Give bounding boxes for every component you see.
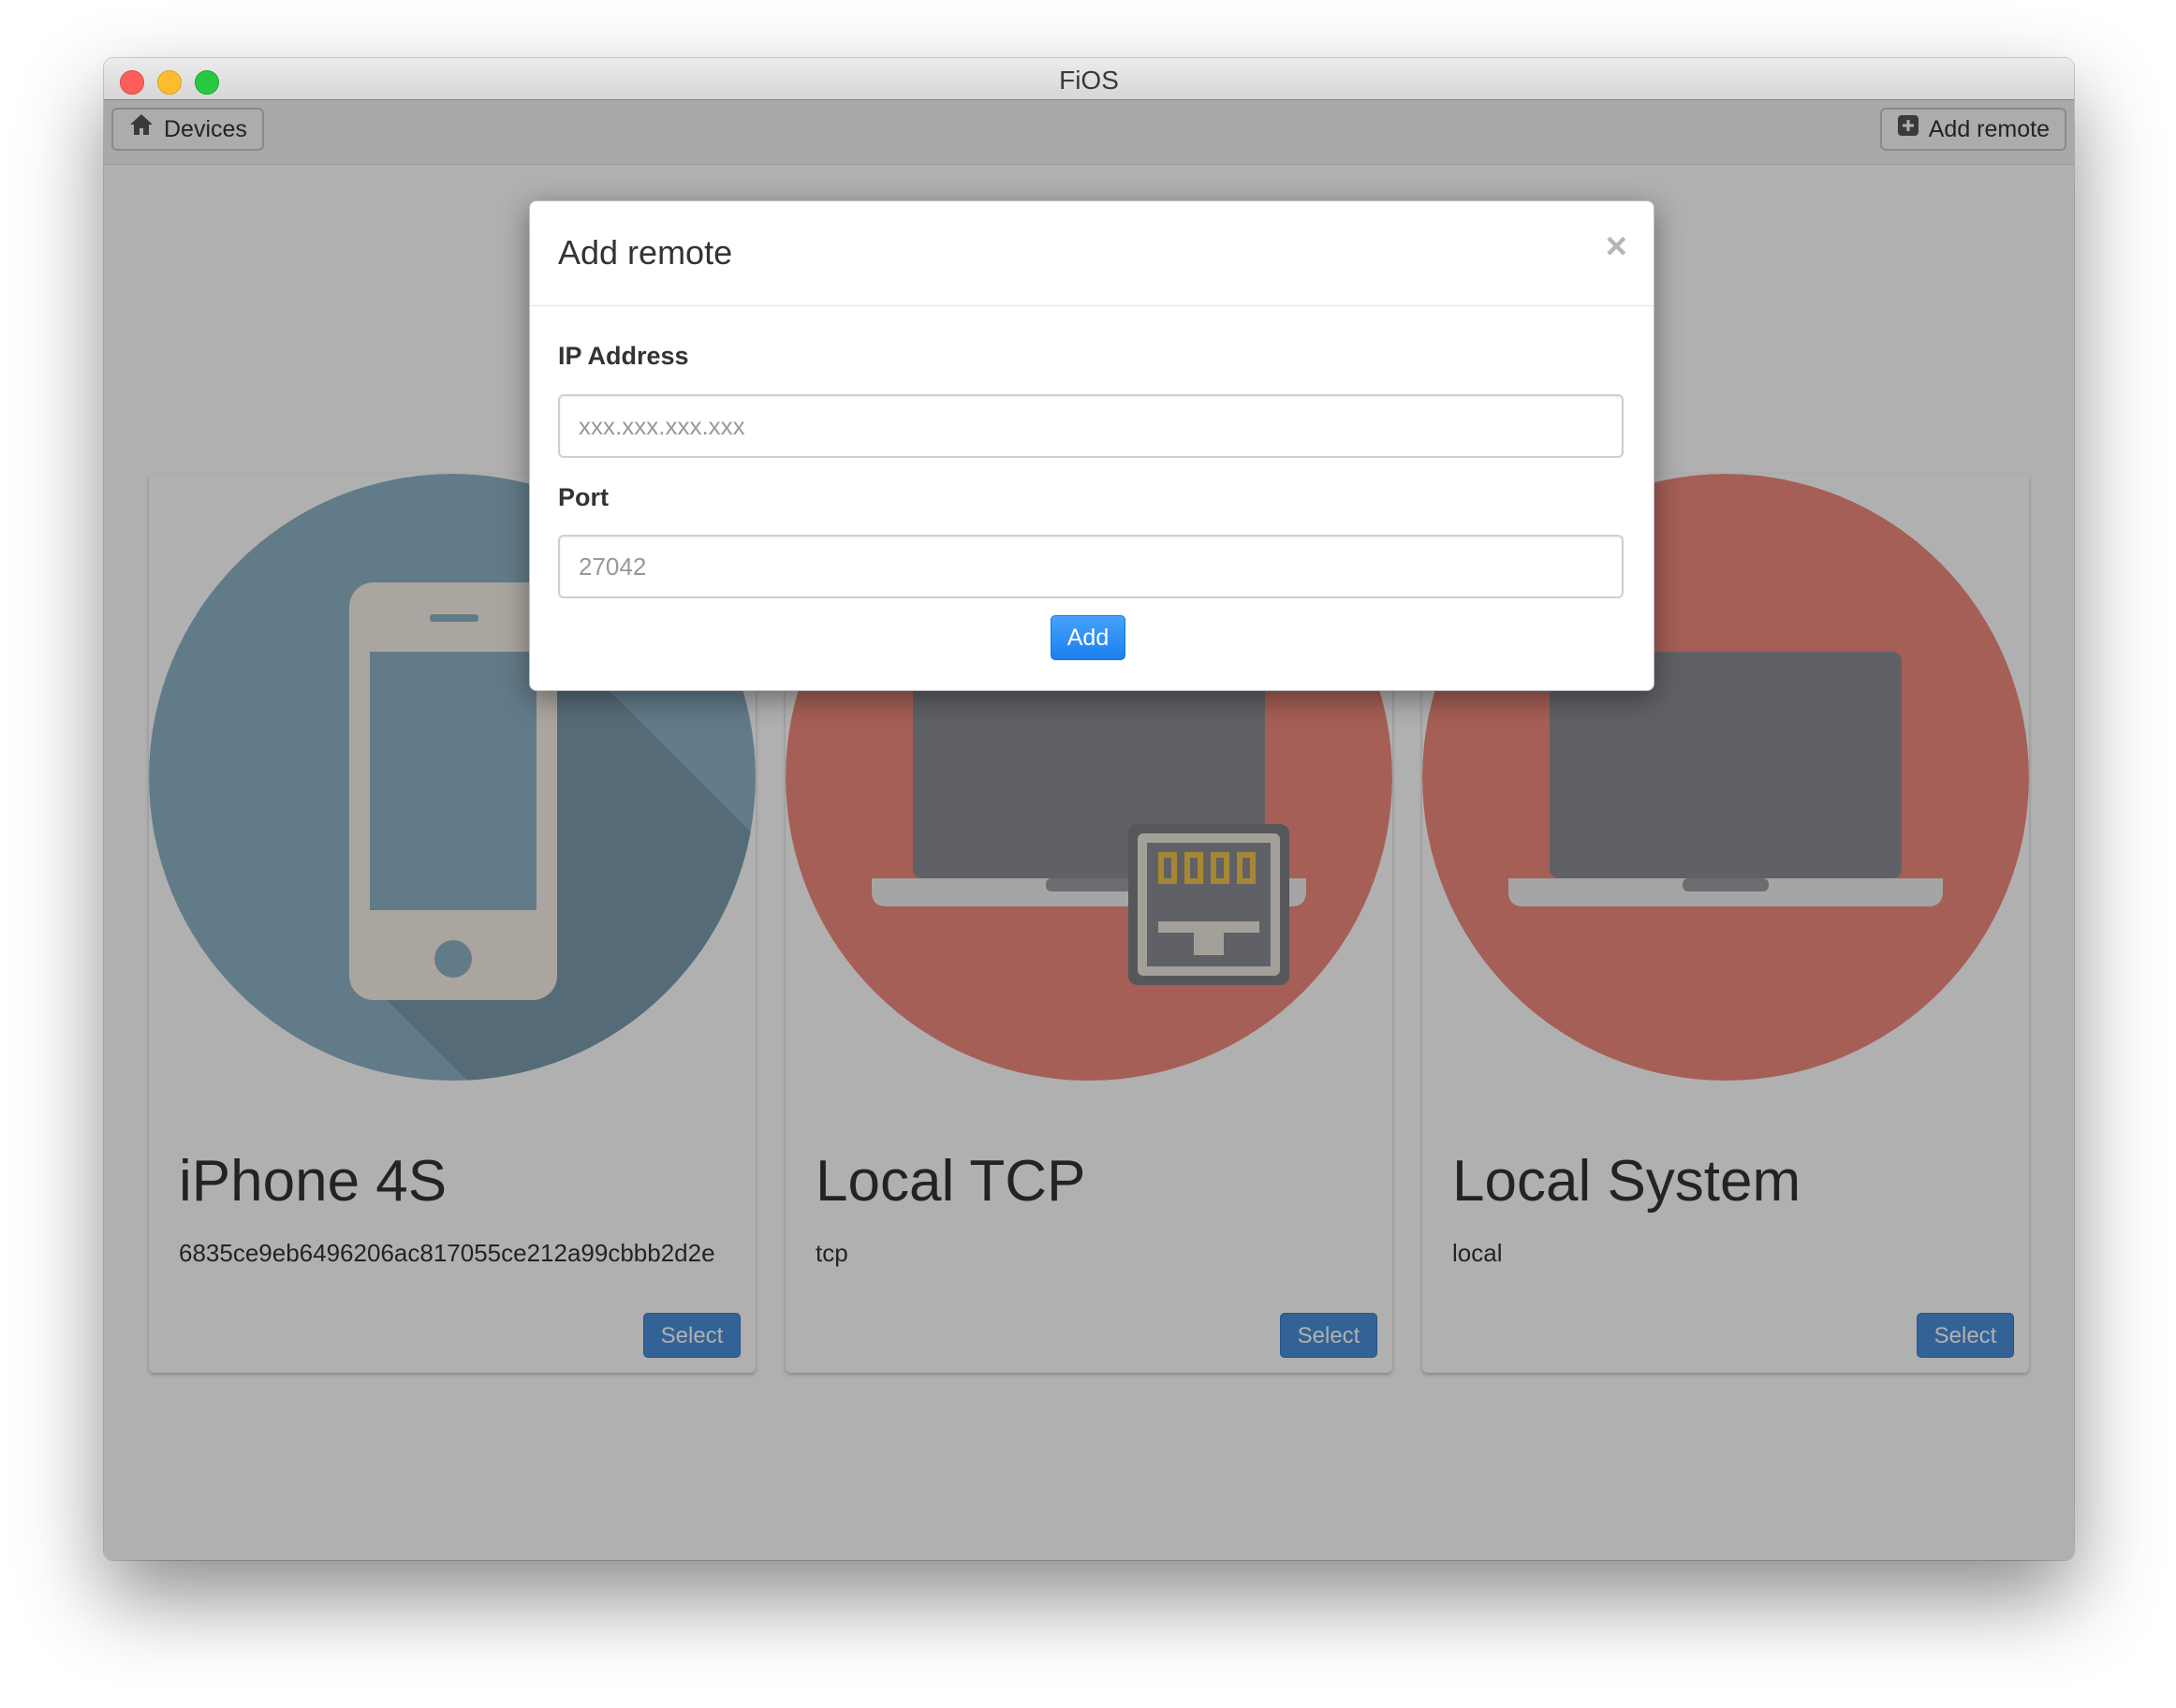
title-bar: FiOS xyxy=(104,58,2074,100)
ip-address-label: IP Address xyxy=(558,342,689,370)
dialog-title: Add remote xyxy=(558,233,733,272)
app-window: FiOS Devices Add remote iPhone 4S 6835ce… xyxy=(104,58,2074,1560)
add-button[interactable]: Add xyxy=(1051,615,1125,660)
modal-backdrop[interactable]: Add remote × IP Address Port Add xyxy=(104,99,2074,1560)
window-title: FiOS xyxy=(1059,66,1119,95)
port-input[interactable] xyxy=(558,535,1624,598)
port-label: Port xyxy=(558,483,609,511)
add-remote-dialog: Add remote × IP Address Port Add xyxy=(529,200,1654,691)
ip-address-input[interactable] xyxy=(558,394,1624,458)
close-icon[interactable]: × xyxy=(1606,226,1627,268)
dialog-header: Add remote × xyxy=(530,201,1654,306)
